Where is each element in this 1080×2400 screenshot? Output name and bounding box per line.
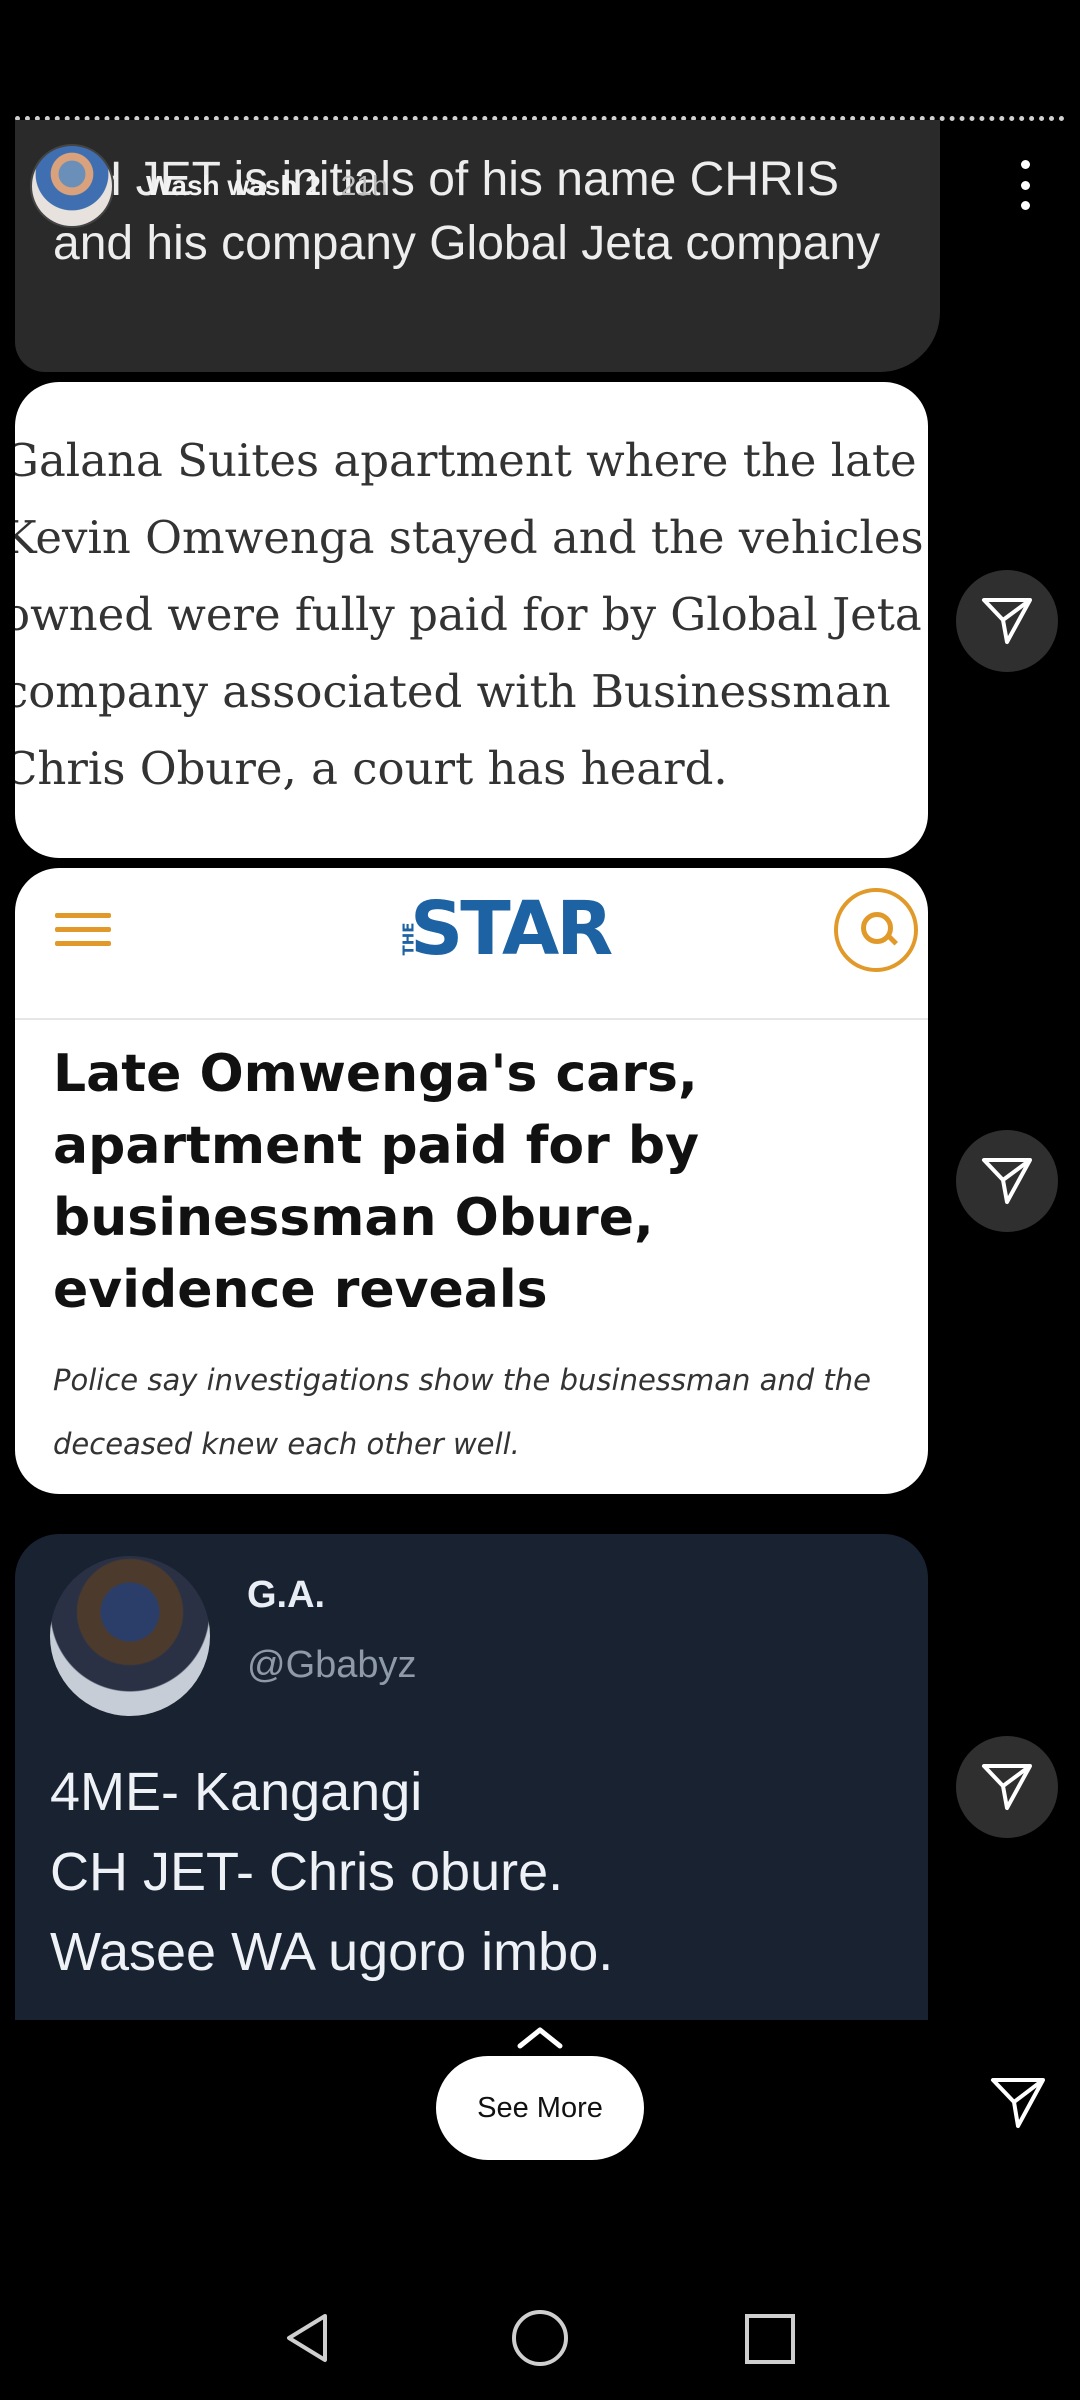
tweet-author-name: G.A. xyxy=(247,1574,326,1616)
story-header: Wash wash 2 21h xyxy=(30,144,1050,228)
chevron-up-icon[interactable] xyxy=(516,2022,564,2052)
star-logo: THE STAR xyxy=(399,886,614,972)
more-vertical-icon[interactable] xyxy=(1010,160,1040,210)
share-article-button[interactable] xyxy=(956,1130,1058,1232)
article-card: THE STAR Late Omwenga's cars, apartment … xyxy=(15,868,928,1494)
system-nav-bar xyxy=(0,2296,1080,2384)
tweet-avatar xyxy=(50,1556,210,1716)
story-username[interactable]: Wash wash 2 xyxy=(146,170,321,202)
article-headline: Late Omwenga's cars, apartment paid for … xyxy=(53,1044,700,1320)
circle-home-icon[interactable] xyxy=(512,2310,568,2366)
tweet-body: 4ME- Kangangi CH JET- Chris obure. Wasee… xyxy=(50,1762,614,1982)
triangle-back-icon[interactable] xyxy=(283,2312,331,2364)
tweet-author-handle: @Gbabyz xyxy=(247,1644,417,1686)
square-recents-icon[interactable] xyxy=(745,2314,795,2364)
search-icon xyxy=(834,888,918,972)
paper-plane-icon xyxy=(982,1764,1032,1810)
share-quote-button[interactable] xyxy=(956,570,1058,672)
story-timestamp: 21h xyxy=(340,170,388,201)
paper-plane-icon xyxy=(982,1158,1032,1204)
paper-plane-icon xyxy=(982,598,1032,644)
article-header: THE STAR xyxy=(15,868,928,1020)
menu-icon xyxy=(55,913,111,953)
tweet-card: G.A. @Gbabyz 4ME- Kangangi CH JET- Chris… xyxy=(15,1534,928,2020)
quote-card-text: Galana Suites apartment where the late K… xyxy=(15,434,924,795)
quote-card: Galana Suites apartment where the late K… xyxy=(15,382,928,858)
share-tweet-button[interactable] xyxy=(956,1736,1058,1838)
see-more-button[interactable]: See More xyxy=(436,2056,644,2160)
share-story-icon[interactable] xyxy=(990,2076,1046,2130)
article-subhead: Police say investigations show the busin… xyxy=(53,1363,872,1461)
user-avatar[interactable] xyxy=(30,144,114,228)
